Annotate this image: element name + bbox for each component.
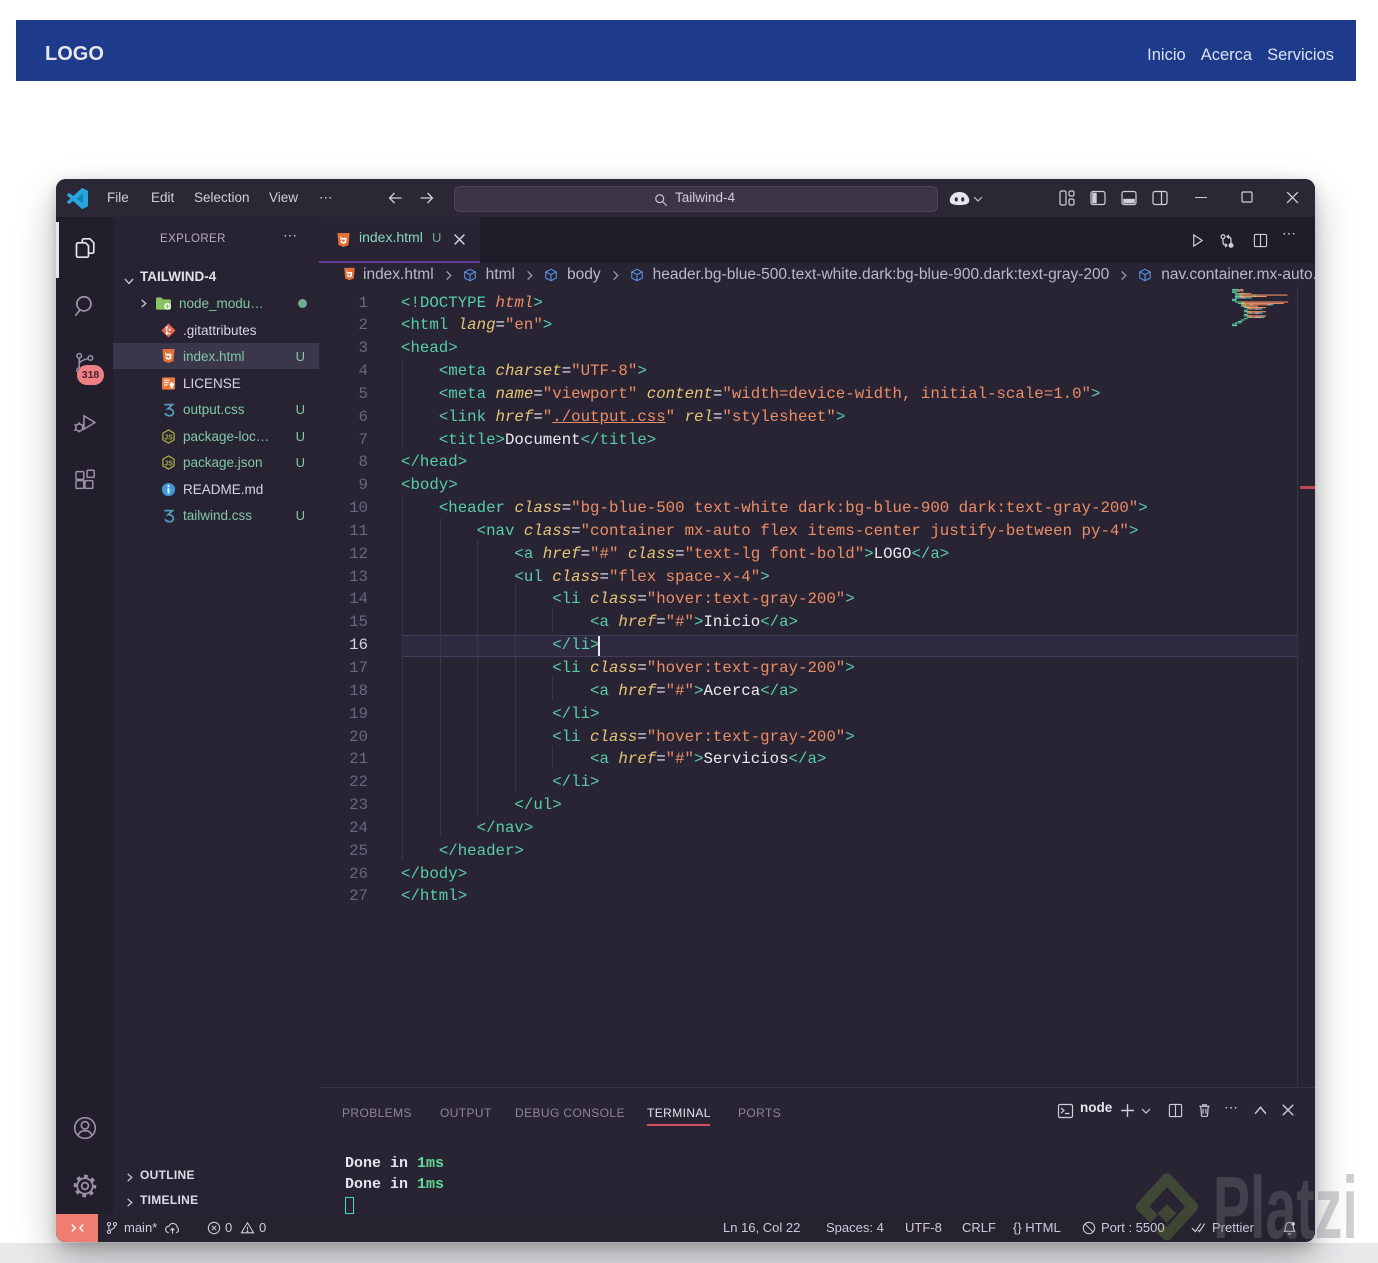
svg-text:JS: JS xyxy=(164,434,173,441)
svg-text:JS: JS xyxy=(164,460,173,467)
